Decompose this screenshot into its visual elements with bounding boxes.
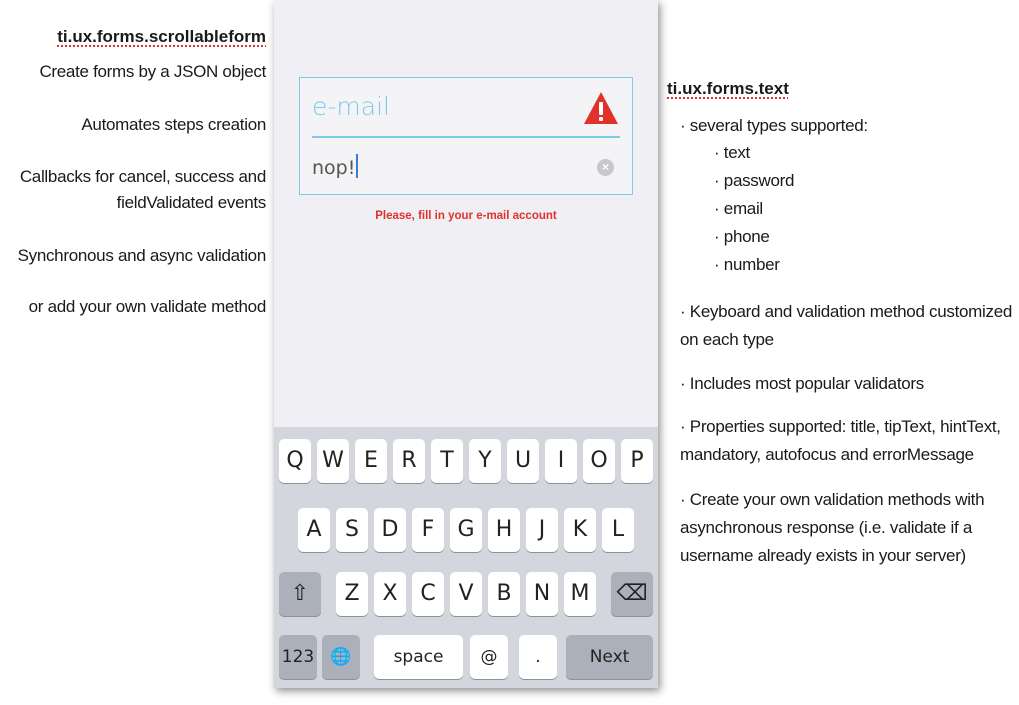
right-note-properties: · Properties supported: title, tipText, …	[680, 417, 1001, 436]
key-z[interactable]: Z	[336, 572, 368, 616]
key-j[interactable]: J	[526, 508, 558, 552]
key-d[interactable]: D	[374, 508, 406, 552]
dot-key[interactable]: .	[519, 635, 557, 679]
key-p[interactable]: P	[621, 439, 653, 483]
left-note-5: Synchronous and async validation	[17, 246, 267, 265]
keyboard: Q W E R T Y U I O P A S D F G H J K L ⇧ Z X C V B N M ⌫ 123 🌐 space @. N…	[274, 427, 658, 688]
left-note-4: fieldValidated events	[116, 193, 267, 212]
field-title: e-mail	[312, 92, 390, 121]
right-note-custom: · Create your own validation methods wit…	[680, 490, 985, 509]
key-x[interactable]: X	[374, 572, 406, 616]
key-l[interactable]: L	[602, 508, 634, 552]
right-type-number: · number	[714, 255, 780, 274]
email-field[interactable]: nop!	[312, 154, 359, 179]
left-note-6: or add your own validate method	[28, 297, 267, 316]
key-m[interactable]: M	[564, 572, 596, 616]
shift-icon[interactable]: ⇧	[279, 572, 321, 616]
email-field-value: nop!	[312, 157, 356, 179]
left-note-2: Automates steps creation	[81, 115, 266, 134]
key-a[interactable]: A	[298, 508, 330, 552]
right-note-keyboard-cont: on each type	[680, 330, 774, 349]
key-h[interactable]: H	[488, 508, 520, 552]
key-s[interactable]: S	[336, 508, 368, 552]
right-title: ti.ux.forms.text	[667, 79, 789, 98]
backspace-icon[interactable]: ⌫	[611, 572, 653, 616]
right-type-email: · email	[714, 199, 763, 218]
key-b[interactable]: B	[488, 572, 520, 616]
right-note-keyboard: · Keyboard and validation method customi…	[680, 302, 1013, 321]
right-type-password: · password	[714, 171, 795, 190]
key-e[interactable]: E	[355, 439, 387, 483]
key-r[interactable]: R	[393, 439, 425, 483]
key-k[interactable]: K	[564, 508, 596, 552]
key-o[interactable]: O	[583, 439, 615, 483]
next-key[interactable]: Next	[566, 635, 653, 679]
right-note-custom-cont2: username already exists in your server)	[680, 546, 966, 565]
clear-icon[interactable]: ×	[597, 159, 614, 176]
key-t[interactable]: T	[431, 439, 463, 483]
right-note-validators: · Includes most popular validators	[680, 374, 924, 393]
field-divider	[312, 136, 620, 138]
phone-screen: e-mail nop! × Please, fill in your e-mai…	[274, 0, 658, 688]
right-note-properties-cont: mandatory, autofocus and errorMessage	[680, 445, 974, 464]
key-i[interactable]: I	[545, 439, 577, 483]
globe-icon[interactable]: 🌐	[322, 635, 360, 679]
right-type-phone: · phone	[714, 227, 770, 246]
right-note-types: · several types supported:	[680, 116, 868, 135]
right-note-custom-cont1: asynchronous response (i.e. validate if …	[680, 518, 972, 537]
key-g[interactable]: G	[450, 508, 482, 552]
key-q[interactable]: Q	[279, 439, 311, 483]
right-type-text: · text	[714, 143, 750, 162]
space-key[interactable]: space	[374, 635, 463, 679]
left-note-3: Callbacks for cancel, success and	[19, 167, 266, 186]
form-field-box: e-mail nop! ×	[299, 77, 633, 195]
key-f[interactable]: F	[412, 508, 444, 552]
key-y[interactable]: Y	[469, 439, 501, 483]
left-title: ti.ux.forms.scrollableform	[57, 27, 266, 46]
left-note-1: Create forms by a JSON object	[39, 62, 266, 81]
error-message: Please, fill in your e-mail account	[375, 210, 557, 222]
key-w[interactable]: W	[317, 439, 349, 483]
key-v[interactable]: V	[450, 572, 482, 616]
numbers-key[interactable]: 123	[279, 635, 317, 679]
key-c[interactable]: C	[412, 572, 444, 616]
warning-icon	[584, 92, 618, 124]
text-caret	[356, 154, 359, 178]
key-u[interactable]: U	[507, 439, 539, 483]
at-key[interactable]: @	[470, 635, 508, 679]
key-n[interactable]: N	[526, 572, 558, 616]
